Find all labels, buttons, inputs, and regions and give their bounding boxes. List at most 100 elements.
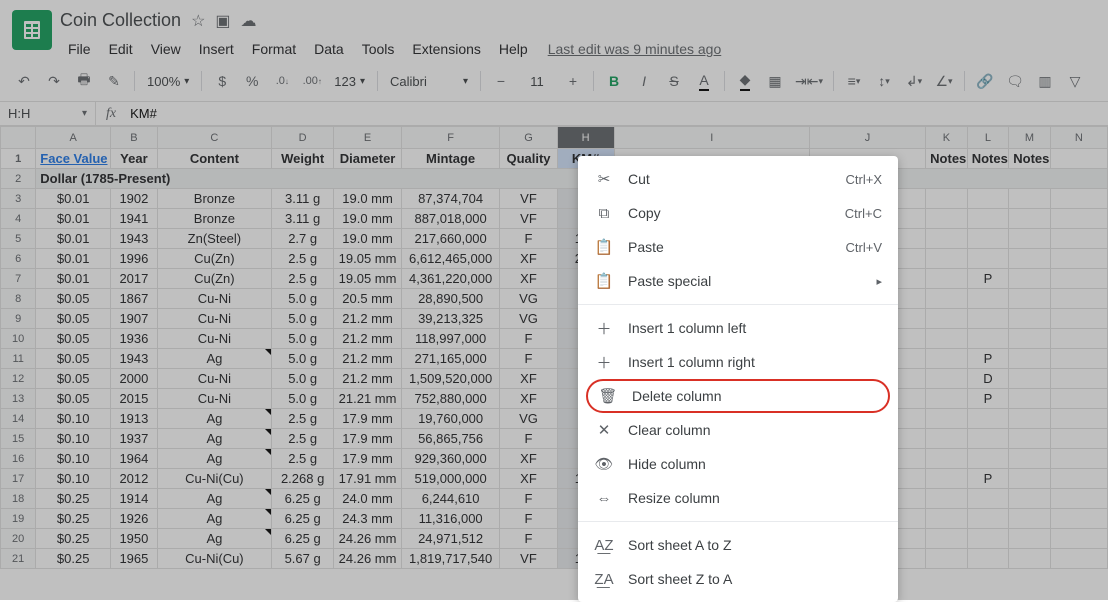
spreadsheet-grid[interactable]: ABCDEFGHIJKLMN 1Face ValueYearContentWei… (0, 126, 1108, 569)
menu-file[interactable]: File (60, 37, 99, 61)
cell[interactable]: 17.9 mm (334, 449, 402, 469)
h-align-button[interactable]: ≡▾ (840, 67, 868, 95)
cell[interactable]: Ag (157, 529, 271, 549)
row-header[interactable]: 6 (1, 249, 36, 269)
select-all-corner[interactable] (1, 127, 36, 149)
cell[interactable] (967, 409, 1009, 429)
cell[interactable] (1050, 489, 1107, 509)
cell[interactable] (967, 509, 1009, 529)
wrap-button[interactable]: ↲▾ (900, 67, 928, 95)
cell[interactable]: 217,660,000 (401, 229, 500, 249)
merge-button[interactable]: ⇥⇤▾ (791, 67, 827, 95)
sheets-logo[interactable] (12, 10, 52, 50)
cell[interactable]: 5.0 g (272, 289, 334, 309)
comment-button[interactable]: 🗨 (1001, 67, 1029, 95)
cell[interactable]: $0.25 (36, 549, 111, 569)
ctx-hide-column[interactable]: 👁Hide column (578, 447, 898, 481)
cell[interactable] (926, 529, 968, 549)
cell[interactable]: 20.5 mm (334, 289, 402, 309)
cell[interactable] (1050, 289, 1107, 309)
cell[interactable]: $0.05 (36, 329, 111, 349)
cell[interactable]: 21.2 mm (334, 369, 402, 389)
cell[interactable]: Face Value (36, 149, 111, 169)
menu-extensions[interactable]: Extensions (404, 37, 488, 61)
cell[interactable] (967, 549, 1009, 569)
col-header-C[interactable]: C (157, 127, 271, 149)
cell[interactable]: $0.01 (36, 249, 111, 269)
cell[interactable]: 24.26 mm (334, 529, 402, 549)
cell[interactable]: 5.0 g (272, 349, 334, 369)
row-header[interactable]: 3 (1, 189, 36, 209)
cell[interactable]: 1950 (111, 529, 158, 549)
cell[interactable] (1050, 449, 1107, 469)
rotate-button[interactable]: ∠▾ (930, 67, 958, 95)
cell[interactable]: F (500, 529, 557, 549)
last-edit-link[interactable]: Last edit was 9 minutes ago (548, 41, 722, 57)
cell[interactable]: Notes (967, 149, 1009, 169)
col-header-A[interactable]: A (36, 127, 111, 149)
row-header[interactable]: 10 (1, 329, 36, 349)
cell[interactable]: 3.11 g (272, 209, 334, 229)
cell[interactable]: 39,213,325 (401, 309, 500, 329)
cell[interactable] (1050, 269, 1107, 289)
formula-input[interactable] (126, 102, 1108, 125)
row-header[interactable]: 17 (1, 469, 36, 489)
cell[interactable]: $0.25 (36, 529, 111, 549)
row-header[interactable]: 8 (1, 289, 36, 309)
cell[interactable]: Diameter (334, 149, 402, 169)
name-box[interactable]: H:H▾ (0, 102, 96, 125)
col-header-E[interactable]: E (334, 127, 402, 149)
cell[interactable]: 2.268 g (272, 469, 334, 489)
col-header-J[interactable]: J (809, 127, 925, 149)
cell[interactable]: 17.91 mm (334, 469, 402, 489)
strike-button[interactable]: S (660, 67, 688, 95)
cell[interactable] (926, 389, 968, 409)
cell[interactable]: F (500, 509, 557, 529)
cell[interactable]: XF (500, 449, 557, 469)
cell[interactable]: Cu-Ni (157, 289, 271, 309)
cell[interactable]: 1907 (111, 309, 158, 329)
cell[interactable]: $0.25 (36, 509, 111, 529)
cell[interactable]: F (500, 229, 557, 249)
cell[interactable] (1050, 509, 1107, 529)
cell[interactable]: VG (500, 289, 557, 309)
cloud-icon[interactable]: ☁ (241, 11, 257, 31)
cell[interactable] (1050, 409, 1107, 429)
cell[interactable] (967, 229, 1009, 249)
cell[interactable]: Cu-Ni(Cu) (157, 549, 271, 569)
section-cell[interactable]: Dollar (1785-Present) (36, 169, 1108, 189)
cell[interactable] (1050, 429, 1107, 449)
ctx-paste[interactable]: 📋PasteCtrl+V (578, 230, 898, 264)
cell[interactable]: 2.5 g (272, 249, 334, 269)
cell[interactable]: Year (111, 149, 158, 169)
undo-button[interactable]: ↶ (10, 67, 38, 95)
cell[interactable] (926, 329, 968, 349)
cell[interactable]: Notes (1009, 149, 1051, 169)
cell[interactable]: F (500, 349, 557, 369)
cell[interactable] (926, 269, 968, 289)
cell[interactable]: 2.5 g (272, 269, 334, 289)
row-header[interactable]: 21 (1, 549, 36, 569)
ctx-cut[interactable]: ✂CutCtrl+X (578, 162, 898, 196)
ctx-insert-1-column-left[interactable]: ＋Insert 1 column left (578, 311, 898, 345)
cell[interactable]: P (967, 389, 1009, 409)
cell[interactable]: 1943 (111, 229, 158, 249)
cell[interactable] (926, 509, 968, 529)
cell[interactable] (1009, 489, 1051, 509)
cell[interactable]: 1941 (111, 209, 158, 229)
cell[interactable]: Bronze (157, 189, 271, 209)
cell[interactable]: Cu-Ni (157, 369, 271, 389)
cell[interactable]: Notes (926, 149, 968, 169)
cell[interactable]: $0.25 (36, 489, 111, 509)
text-color-button[interactable]: A (690, 67, 718, 95)
col-header-F[interactable]: F (401, 127, 500, 149)
cell[interactable] (1009, 189, 1051, 209)
cell[interactable]: D (967, 369, 1009, 389)
menu-help[interactable]: Help (491, 37, 536, 61)
cell[interactable]: 1,509,520,000 (401, 369, 500, 389)
cell[interactable]: 17.9 mm (334, 409, 402, 429)
cell[interactable] (926, 309, 968, 329)
row-header[interactable]: 20 (1, 529, 36, 549)
cell[interactable] (967, 209, 1009, 229)
cell[interactable]: 2015 (111, 389, 158, 409)
